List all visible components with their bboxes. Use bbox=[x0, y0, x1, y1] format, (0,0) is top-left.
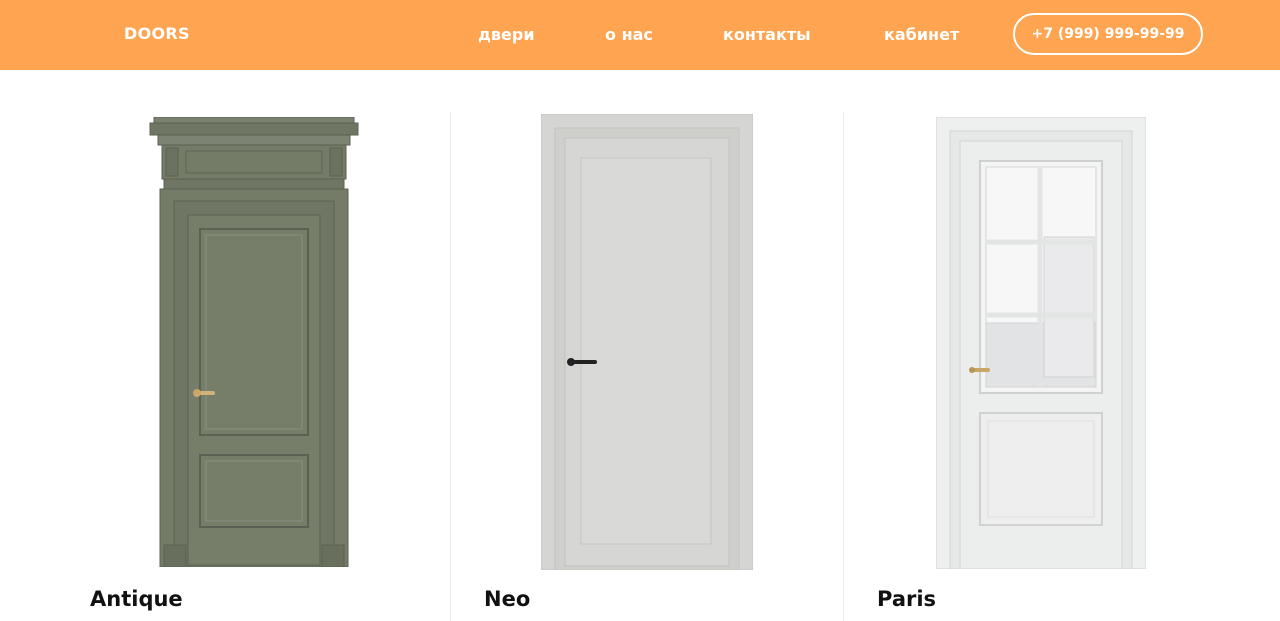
product-title[interactable]: Antique bbox=[90, 587, 183, 611]
site-header: DOORS двери о нас контакты кабинет +7 (9… bbox=[0, 0, 1280, 70]
phone-button[interactable]: +7 (999) 999-99-99 bbox=[1013, 13, 1203, 55]
door-catalog: Antique Neo Paris bbox=[0, 70, 1280, 621]
logo[interactable]: DOORS bbox=[124, 24, 190, 43]
product-title[interactable]: Paris bbox=[877, 587, 936, 611]
neo-door-image[interactable] bbox=[541, 114, 753, 570]
nav-link-contacts[interactable]: контакты bbox=[723, 25, 811, 44]
paris-door-image[interactable] bbox=[936, 117, 1146, 569]
product-title[interactable]: Neo bbox=[484, 587, 530, 611]
nav-link-about[interactable]: о нас bbox=[605, 25, 653, 44]
nav-link-doors[interactable]: двери bbox=[478, 25, 535, 44]
product-card-antique[interactable]: Antique bbox=[90, 70, 420, 621]
divider bbox=[450, 112, 451, 621]
antique-door-image[interactable] bbox=[148, 117, 360, 567]
divider bbox=[843, 112, 844, 621]
product-card-neo[interactable]: Neo bbox=[484, 70, 814, 621]
nav-link-cabinet[interactable]: кабинет bbox=[884, 25, 959, 44]
product-card-paris[interactable]: Paris bbox=[877, 70, 1207, 621]
